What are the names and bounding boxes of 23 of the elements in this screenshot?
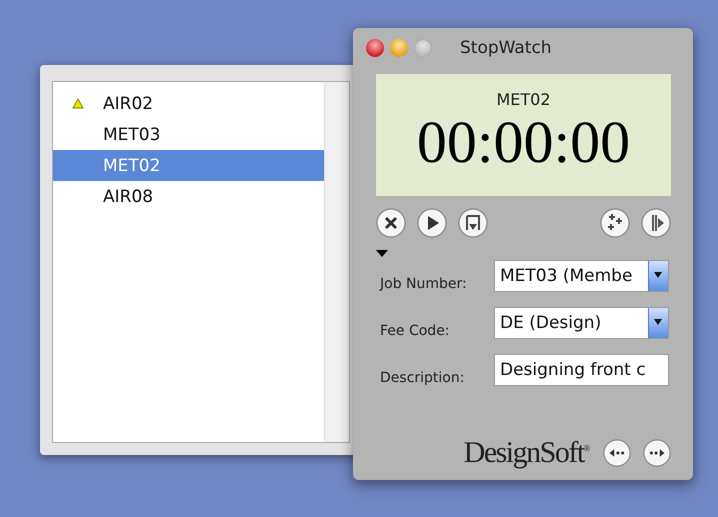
job-label: MET02 — [496, 90, 551, 109]
disclosure-triangle[interactable] — [376, 250, 388, 257]
input-field[interactable]: Designing front c — [494, 354, 669, 386]
field-label: Fee Code: — [379, 323, 451, 339]
dropdown-field[interactable]: MET03 (Membe — [494, 260, 669, 292]
field-label: Description: — [379, 370, 466, 386]
add-button[interactable] — [600, 208, 630, 238]
close-icon[interactable] — [366, 39, 384, 57]
panel-toggle-button[interactable] — [641, 208, 671, 238]
list-item[interactable]: MET02 — [53, 150, 324, 181]
save-button[interactable] — [458, 208, 488, 238]
clear-button[interactable] — [376, 208, 406, 238]
list-item[interactable]: AIR08 — [53, 181, 324, 212]
play-button[interactable] — [417, 208, 447, 238]
window-title: StopWatch — [460, 38, 552, 58]
list-item[interactable]: MET03 — [53, 119, 324, 150]
dropdown-field[interactable]: DE (Design) — [494, 307, 669, 339]
field-label: Job Number: — [378, 276, 468, 292]
previous-button[interactable] — [603, 439, 631, 467]
timer-readout: 00:00:00 — [416, 109, 630, 175]
brand-logo: DesignSoft$^{®}$ — [464, 436, 589, 470]
next-button[interactable] — [643, 439, 671, 467]
list-item[interactable]: AIR02 — [53, 88, 324, 119]
